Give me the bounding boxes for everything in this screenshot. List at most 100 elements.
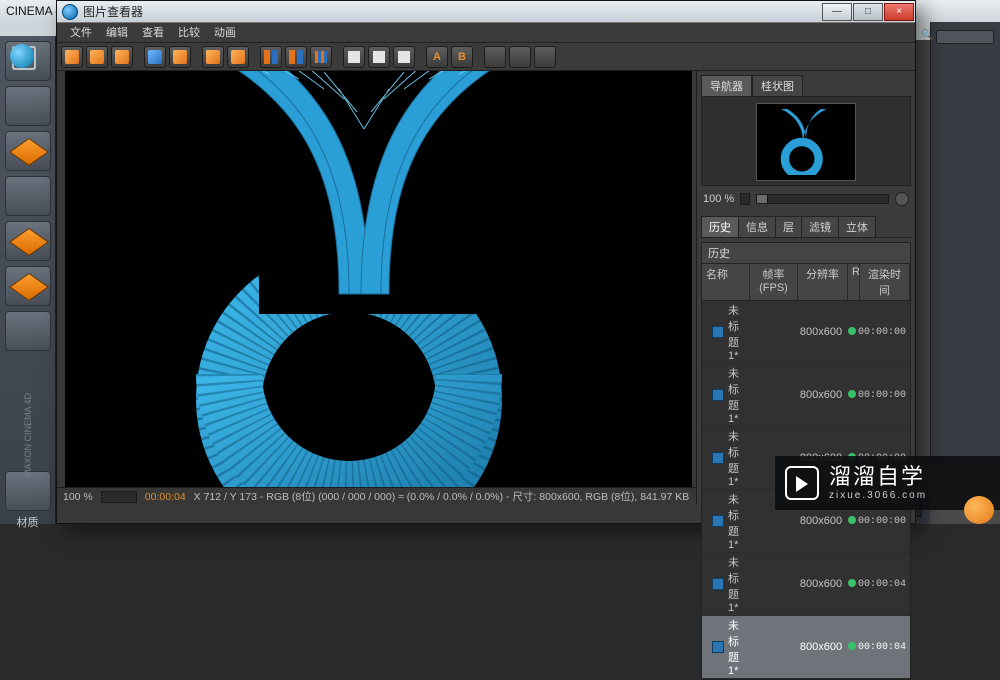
parent-right-panel bbox=[930, 22, 1000, 464]
row-name: 未标题 1* bbox=[728, 617, 748, 677]
tab-stereo[interactable]: 立体 bbox=[838, 216, 876, 237]
tool-misc-icon[interactable] bbox=[5, 311, 51, 351]
row-time: 00:00:04 bbox=[858, 579, 908, 590]
status-info: X 712 / Y 173 - RGB (8位) (000 / 000 / 00… bbox=[194, 489, 690, 504]
mark-b-icon[interactable]: B bbox=[451, 46, 473, 68]
menu-view[interactable]: 查看 bbox=[135, 23, 171, 42]
col-res[interactable]: 分辨率 bbox=[798, 264, 848, 300]
row-res: 800x600 bbox=[796, 641, 846, 653]
tab-history[interactable]: 历史 bbox=[701, 216, 739, 237]
toolbar: A B bbox=[57, 43, 915, 71]
fullscreen-icon[interactable] bbox=[144, 46, 166, 68]
maxon-brand: MAXON CINEMA 4D bbox=[0, 364, 56, 524]
filter-icon[interactable] bbox=[393, 46, 415, 68]
render-thumb-icon bbox=[712, 452, 724, 464]
menu-edit[interactable]: 编辑 bbox=[99, 23, 135, 42]
parent-search[interactable] bbox=[936, 30, 994, 44]
col-fps[interactable]: 帧率(FPS) bbox=[750, 264, 798, 300]
row-name: 未标题 1* bbox=[728, 302, 748, 362]
row-res: 800x600 bbox=[796, 389, 846, 401]
app-icon bbox=[62, 4, 78, 20]
status-zoom[interactable]: 100 % bbox=[63, 491, 93, 503]
col-r[interactable]: R bbox=[848, 264, 860, 300]
status-bar: 100 % 00:00:04 X 712 / Y 173 - RGB (8位) … bbox=[57, 487, 696, 505]
channel-a-icon[interactable] bbox=[202, 46, 224, 68]
open-icon[interactable] bbox=[61, 46, 83, 68]
row-status-icon bbox=[846, 515, 858, 527]
tab-filter[interactable]: 滤镜 bbox=[801, 216, 839, 237]
menu-compare[interactable]: 比较 bbox=[171, 23, 207, 42]
render-thumb-icon bbox=[712, 578, 724, 590]
row-res: 800x600 bbox=[796, 326, 846, 338]
render-viewport[interactable] bbox=[65, 71, 692, 487]
nav-end-icon[interactable] bbox=[534, 46, 556, 68]
compare-split-icon[interactable] bbox=[260, 46, 282, 68]
window-title: 图片查看器 bbox=[83, 3, 822, 20]
row-status-icon bbox=[846, 326, 858, 338]
close-button[interactable]: × bbox=[884, 3, 914, 21]
histogram-icon[interactable] bbox=[343, 46, 365, 68]
row-name: 未标题 1* bbox=[728, 554, 748, 614]
history-row[interactable]: 未标题 1* 800x600 00:00:00 bbox=[702, 364, 910, 427]
viewport-area: 100 % 00:00:04 X 712 / Y 173 - RGB (8位) … bbox=[57, 71, 697, 505]
thumb-zoom-fit-icon[interactable] bbox=[895, 192, 909, 206]
render-thumb-icon bbox=[712, 641, 724, 653]
tool-primitive-icon[interactable] bbox=[5, 221, 51, 261]
tab-navigator[interactable]: 导航器 bbox=[701, 75, 752, 96]
history-section-label: 历史 bbox=[701, 242, 911, 263]
nav-prev-icon[interactable] bbox=[484, 46, 506, 68]
row-res: 800x600 bbox=[796, 578, 846, 590]
tab-info[interactable]: 信息 bbox=[738, 216, 776, 237]
watermark-title: 溜溜自学 bbox=[829, 466, 927, 488]
history-row[interactable]: 未标题 1* 800x600 00:00:04 bbox=[702, 616, 910, 679]
folder-icon[interactable] bbox=[111, 46, 133, 68]
nav-next-icon[interactable] bbox=[509, 46, 531, 68]
titlebar[interactable]: 图片查看器 — □ × bbox=[57, 1, 915, 23]
compare-wipe-icon[interactable] bbox=[310, 46, 332, 68]
menubar: 文件 编辑 查看 比较 动画 bbox=[57, 23, 915, 43]
thumb-zoom-slider[interactable] bbox=[756, 194, 889, 204]
tab-structure[interactable]: 桂状图 bbox=[752, 75, 803, 96]
info-icon[interactable] bbox=[368, 46, 390, 68]
compare-side-icon[interactable] bbox=[285, 46, 307, 68]
zoom-stepper[interactable] bbox=[101, 491, 137, 503]
right-panel: 导航器 桂状图 100 % 历史 信息 层 bbox=[697, 71, 915, 505]
tab-layer[interactable]: 层 bbox=[775, 216, 802, 237]
col-name[interactable]: 名称 bbox=[702, 264, 750, 300]
watermark-badge-icon bbox=[964, 496, 994, 524]
row-status-icon bbox=[846, 578, 858, 590]
picture-viewer-window: 图片查看器 — □ × 文件 编辑 查看 比较 动画 A B bbox=[56, 0, 916, 524]
render-thumb-icon bbox=[712, 389, 724, 401]
tool-grid-icon[interactable] bbox=[5, 86, 51, 126]
parent-left-toolbar: 材质 MAXON CINEMA 4D bbox=[0, 36, 56, 524]
render-thumb-icon bbox=[712, 326, 724, 338]
row-time: 00:00:00 bbox=[858, 390, 908, 401]
row-name: 未标题 1* bbox=[728, 428, 748, 488]
mark-a-icon[interactable]: A bbox=[426, 46, 448, 68]
history-row[interactable]: 未标题 1*800x60000:00:00 bbox=[702, 301, 910, 364]
menu-file[interactable]: 文件 bbox=[63, 23, 99, 42]
col-time[interactable]: 渲染时间 bbox=[860, 264, 910, 300]
row-time: 00:00:04 bbox=[858, 642, 908, 653]
row-res: 800x600 bbox=[796, 515, 846, 527]
thumb-zoom-stepper[interactable] bbox=[740, 193, 750, 205]
watermark: 溜溜自学 zixue.3066.com bbox=[775, 456, 1000, 510]
channel-b-icon[interactable] bbox=[227, 46, 249, 68]
tool-deformer-icon[interactable] bbox=[5, 266, 51, 306]
tool-cube-icon[interactable] bbox=[5, 131, 51, 171]
history-row[interactable]: 未标题 1* 800x600 00:00:04 bbox=[702, 553, 910, 616]
row-name: 未标题 1* bbox=[728, 365, 748, 425]
navigator-thumbnail[interactable] bbox=[756, 103, 856, 181]
rendered-image bbox=[99, 71, 659, 487]
status-time: 00:00:04 bbox=[145, 491, 186, 503]
watermark-sub: zixue.3066.com bbox=[829, 490, 927, 501]
save-icon[interactable] bbox=[86, 46, 108, 68]
render-thumb-icon bbox=[712, 515, 724, 527]
row-status-icon bbox=[846, 641, 858, 653]
maximize-button[interactable]: □ bbox=[853, 3, 883, 21]
row-time: 00:00:00 bbox=[858, 516, 908, 527]
minimize-button[interactable]: — bbox=[822, 3, 852, 21]
tool-checker-icon[interactable] bbox=[5, 176, 51, 216]
menu-anim[interactable]: 动画 bbox=[207, 23, 243, 42]
lock-icon[interactable] bbox=[169, 46, 191, 68]
